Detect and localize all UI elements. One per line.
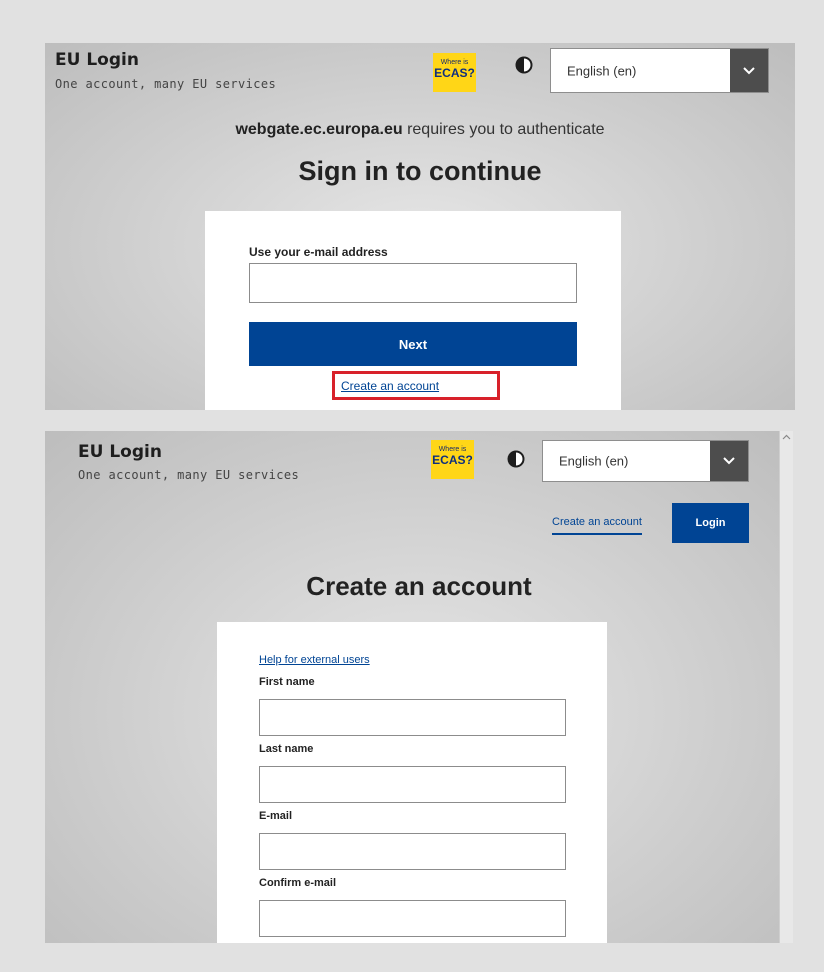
chevron-down-icon	[743, 66, 755, 74]
page-title: Create an account	[306, 571, 532, 601]
first-name-input[interactable]	[259, 699, 566, 736]
last-name-label: Last name	[259, 743, 314, 755]
confirm-email-label: Confirm e-mail	[259, 877, 337, 889]
nav-create-account-link[interactable]: Create an account	[552, 516, 642, 535]
email-input[interactable]	[249, 263, 577, 303]
where-is-ecas-button[interactable]: Where is ECAS?	[433, 53, 476, 92]
scroll-up-icon[interactable]	[782, 434, 791, 440]
authentication-notice: webgate.ec.europa.eu requires you to aut…	[45, 121, 795, 139]
highlight-box	[332, 371, 500, 400]
brand-title: EU Login	[55, 50, 139, 70]
contrast-icon[interactable]	[515, 56, 533, 74]
chevron-down-icon	[723, 457, 735, 465]
language-select[interactable]: English (en)	[542, 440, 749, 482]
scrollbar[interactable]	[779, 431, 793, 943]
sign-in-card: Use your e-mail address Next Create an a…	[205, 211, 621, 410]
brand-subtitle: One account, many EU services	[78, 468, 300, 482]
ecas-big-label: ECAS?	[432, 453, 473, 467]
ecas-small-label: Where is	[440, 59, 469, 66]
confirm-email-input[interactable]	[259, 900, 566, 937]
last-name-input[interactable]	[259, 766, 566, 803]
login-button[interactable]: Login	[672, 503, 749, 543]
ecas-small-label: Where is	[438, 446, 467, 453]
brand-subtitle: One account, many EU services	[55, 77, 277, 91]
language-dropdown-toggle[interactable]	[730, 49, 768, 92]
first-name-label: First name	[259, 676, 315, 688]
requires-domain: webgate.ec.europa.eu	[235, 121, 403, 138]
help-external-users-link[interactable]: Help for external users	[259, 654, 370, 666]
sign-in-screen: EU Login One account, many EU services W…	[45, 43, 795, 410]
create-account-card: Help for external users First name Last …	[217, 622, 607, 943]
language-select-value: English (en)	[567, 63, 637, 78]
requires-text: requires you to authenticate	[402, 121, 605, 138]
language-select-value: English (en)	[559, 453, 629, 469]
ecas-big-label: ECAS?	[434, 66, 475, 80]
email-label: Use your e-mail address	[249, 245, 388, 259]
language-select[interactable]: English (en)	[550, 48, 769, 93]
page-title: Sign in to continue	[298, 156, 542, 186]
email-label: E-mail	[259, 810, 293, 822]
create-account-screen: EU Login One account, many EU services W…	[45, 431, 793, 943]
email-input[interactable]	[259, 833, 566, 870]
language-dropdown-toggle[interactable]	[710, 441, 748, 481]
contrast-icon[interactable]	[507, 450, 525, 468]
brand-title: EU Login	[78, 442, 162, 462]
next-button[interactable]: Next	[249, 322, 577, 366]
where-is-ecas-button[interactable]: Where is ECAS?	[431, 440, 474, 479]
